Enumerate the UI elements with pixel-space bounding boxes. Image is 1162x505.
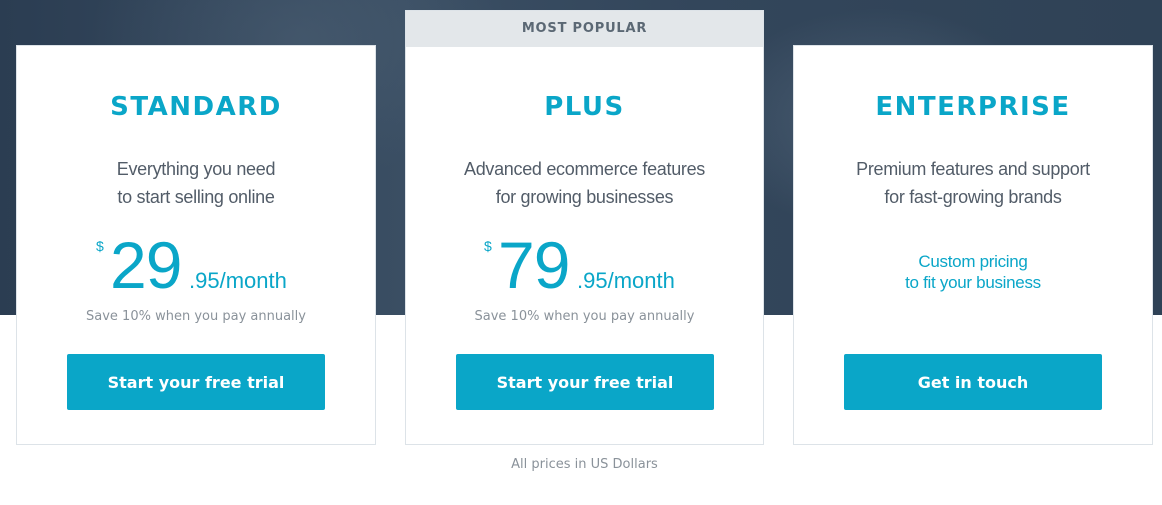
pricing-card-plus: MOST POPULAR PLUS Advanced ecommerce fea… (405, 10, 764, 445)
currency-footnote: All prices in US Dollars (511, 457, 658, 472)
save-note: Save 10% when you pay annually (474, 309, 695, 324)
plan-name: STANDARD (110, 92, 282, 122)
price-suffix: .95/month (189, 268, 287, 293)
start-free-trial-button[interactable]: Start your free trial (67, 354, 325, 410)
plan-description-line: for fast-growing brands (884, 187, 1062, 207)
price-currency: $ (96, 238, 104, 254)
pricing-card-standard: STANDARD Everything you need to start se… (16, 45, 376, 445)
custom-pricing-text: Custom pricing to fit your business (794, 251, 1152, 293)
most-popular-banner: MOST POPULAR (406, 11, 763, 47)
plan-description-line: to start selling online (117, 187, 275, 207)
custom-pricing-line: to fit your business (905, 273, 1041, 292)
plan-description: Premium features and support for fast-gr… (794, 155, 1152, 211)
save-note: Save 10% when you pay annually (86, 309, 306, 324)
pricing-card-enterprise: ENTERPRISE Premium features and support … (793, 45, 1153, 445)
price-amount: 29 (110, 228, 182, 302)
plan-description: Everything you need to start selling onl… (17, 155, 375, 211)
price-amount: 79 (498, 228, 570, 302)
plan-name: PLUS (544, 92, 625, 122)
plan-description-line: Advanced ecommerce features (463, 159, 706, 179)
price-currency: $ (484, 238, 492, 254)
get-in-touch-button[interactable]: Get in touch (844, 354, 1102, 410)
start-free-trial-button[interactable]: Start your free trial (456, 354, 714, 410)
plan-price: $ 79 .95/month (406, 232, 763, 302)
plan-name: ENTERPRISE (875, 92, 1071, 122)
custom-pricing-line: Custom pricing (918, 252, 1028, 271)
plan-price: $ 29 .95/month (17, 232, 375, 302)
plan-description-line: Everything you need (116, 159, 276, 179)
plan-description: Advanced ecommerce features for growing … (406, 155, 763, 211)
plan-description-line: for growing businesses (495, 187, 674, 207)
plan-description-line: Premium features and support (856, 159, 1090, 179)
price-suffix: .95/month (577, 268, 675, 293)
